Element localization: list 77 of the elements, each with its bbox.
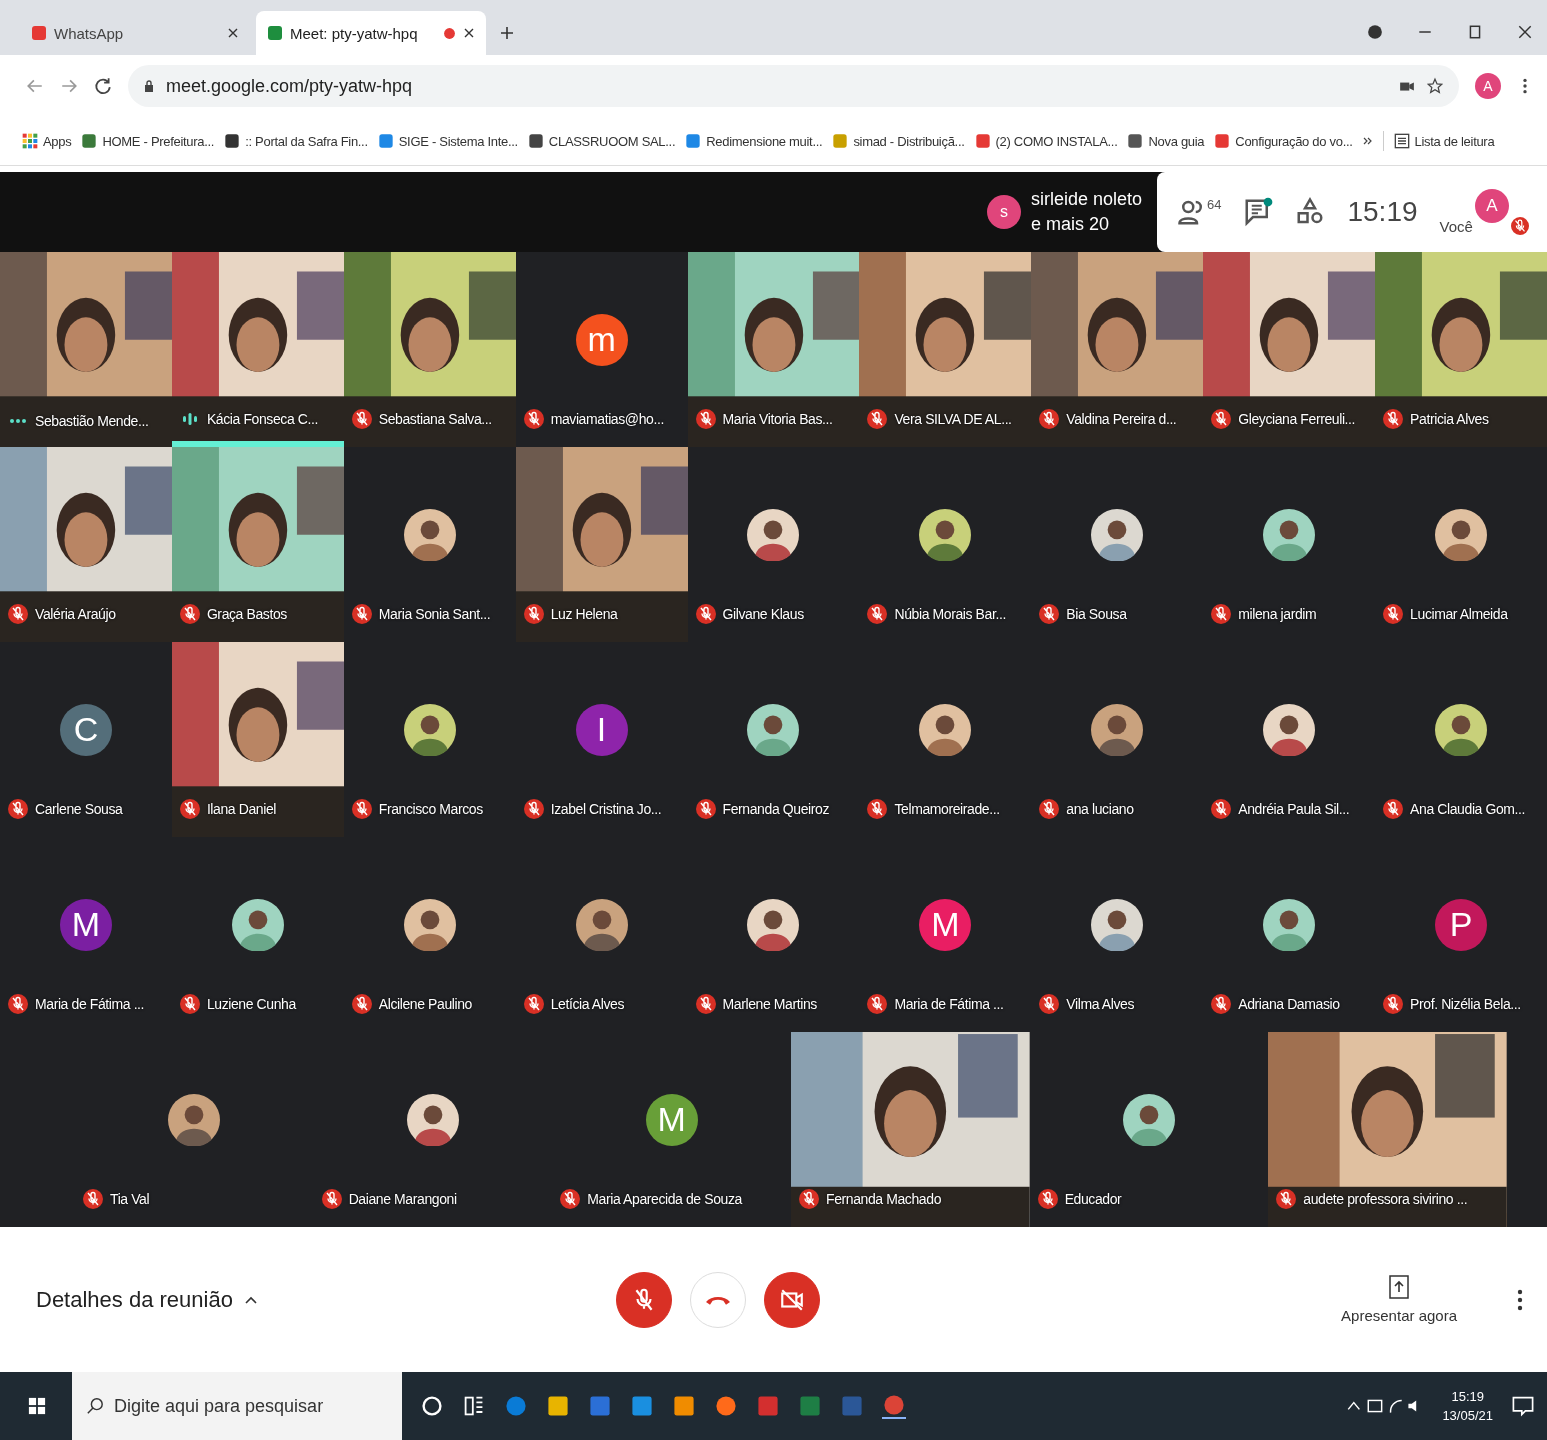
participant-name: Gleyciana Ferreuli... [1238,411,1356,427]
participant-name: Maria Vitoria Bas... [722,411,833,427]
participant-name: Educador [1064,1191,1122,1207]
participant-name: Alcilene Paulino [378,996,472,1012]
participant-name: Ana Claudia Gom... [1410,801,1526,817]
participant-name: ana luciano [1066,801,1134,817]
participant-name: Maria Sonia Sant... [378,606,491,622]
participant-name: Marlene Martins [722,996,817,1012]
participant-name: Sebastião Mende... [35,413,149,429]
participant-name: Francisco Marcos [378,801,483,817]
participant-name: Daiane Marangoni [348,1191,457,1207]
self-label: Você [1439,218,1473,235]
avatar: I [575,703,628,756]
participant-name: Vilma Alves [1066,996,1135,1012]
participant-name: Maria de Fátima ... [35,996,145,1012]
participant-name: Letícia Alves [550,996,625,1012]
participant-name: maviamatias@ho... [550,411,664,427]
participant-name: Vera SILVA DE AL... [894,411,1012,427]
participant-name: Patricia Alves [1410,411,1489,427]
participant-name: Gilvane Klaus [722,606,804,622]
avatar: M [59,898,112,951]
participant-name: Valéria Araújo [35,606,116,622]
bookmark[interactable]: HOME - Prefeitura... [81,133,215,149]
participant-name: Tia Val [110,1191,150,1207]
participant-name: Núbia Morais Bar... [894,606,1006,622]
participant-name: Fernanda Queiroz [722,801,829,817]
participant-name: Carlene Sousa [35,801,123,817]
meeting-details-button[interactable]: Detalhes da reunião [36,1286,596,1313]
participant-name: Telmamoreirade... [894,801,1000,817]
presenter-name: sirleide noleto [1031,189,1143,210]
participant-name: audete professora sivirino ... [1303,1191,1468,1207]
participant-name: Graça Bastos [206,606,287,622]
search-field[interactable]: Digite aqui para pesquisar [72,1372,402,1440]
participant-name: milena jardim [1238,606,1317,622]
participant-name: Fernanda Machado [826,1191,941,1207]
bookmark[interactable]: SIGE - Sistema Inte... [377,133,518,149]
participant-name: Maria Aparecida de Souza [587,1191,742,1207]
taskbar-time: 15:19 [1451,1389,1484,1404]
participant-name: Izabel Cristina Jo... [550,801,662,817]
address-bar[interactable]: meet.google.com/pty-yatw-hpq [128,65,1459,107]
people-button[interactable]: 64 [1177,197,1222,227]
bookmark[interactable]: CLASSRUOOM SAL... [527,133,676,149]
participant-name: Maria de Fátima ... [894,996,1004,1012]
participant-name: Kácia Fonseca C... [206,411,318,427]
avatar: C [59,703,112,756]
reading-list[interactable]: Lista de leitura [1393,133,1495,149]
participant-name: Lucimar Almeida [1410,606,1508,622]
bookmark[interactable]: :: Portal da Safra Fin... [224,133,368,149]
self-avatar: A [1474,189,1509,223]
participant-name: Adriana Damasio [1238,996,1340,1012]
bookmark[interactable]: Redimensione muit... [685,133,823,149]
bookmark[interactable]: Apps [22,133,72,149]
bookmark[interactable]: Configuração do vo... [1214,133,1353,149]
participant-name: Luz Helena [550,606,618,622]
participant-name: Andréia Paula Sil... [1238,801,1350,817]
participant-name: Luziene Cunha [206,996,296,1012]
participant-name: Sebastiana Salva... [378,411,492,427]
profile-avatar[interactable]: A [1475,73,1501,99]
avatar: m [575,313,628,366]
present-now-button[interactable]: Apresentar agora [1341,1275,1457,1324]
participant-name: Ilana Daniel [206,801,276,817]
avatar: M [919,898,972,951]
browser-tab[interactable]: WhatsApp [20,11,250,55]
browser-tab[interactable]: Meet: pty-yatw-hpq [256,11,486,55]
presenter-more: e mais 20 [1031,214,1111,235]
taskbar-date: 13/05/21 [1442,1408,1493,1423]
presenter-avatar: s [987,195,1021,229]
bookmark[interactable]: Nova guia [1127,133,1205,149]
bookmark[interactable]: simad - Distribuiçã... [832,133,965,149]
participant-name: Prof. Nizélia Bela... [1410,996,1521,1012]
meeting-clock: 15:19 [1347,196,1418,228]
url-text: meet.google.com/pty-yatw-hpq [166,75,413,97]
avatar: P [1435,898,1488,951]
participant-name: Valdina Pereira d... [1066,411,1177,427]
participant-name: Bia Sousa [1066,606,1127,622]
avatar: M [645,1093,698,1146]
bookmark[interactable]: (2) COMO INSTALA... [974,133,1118,149]
